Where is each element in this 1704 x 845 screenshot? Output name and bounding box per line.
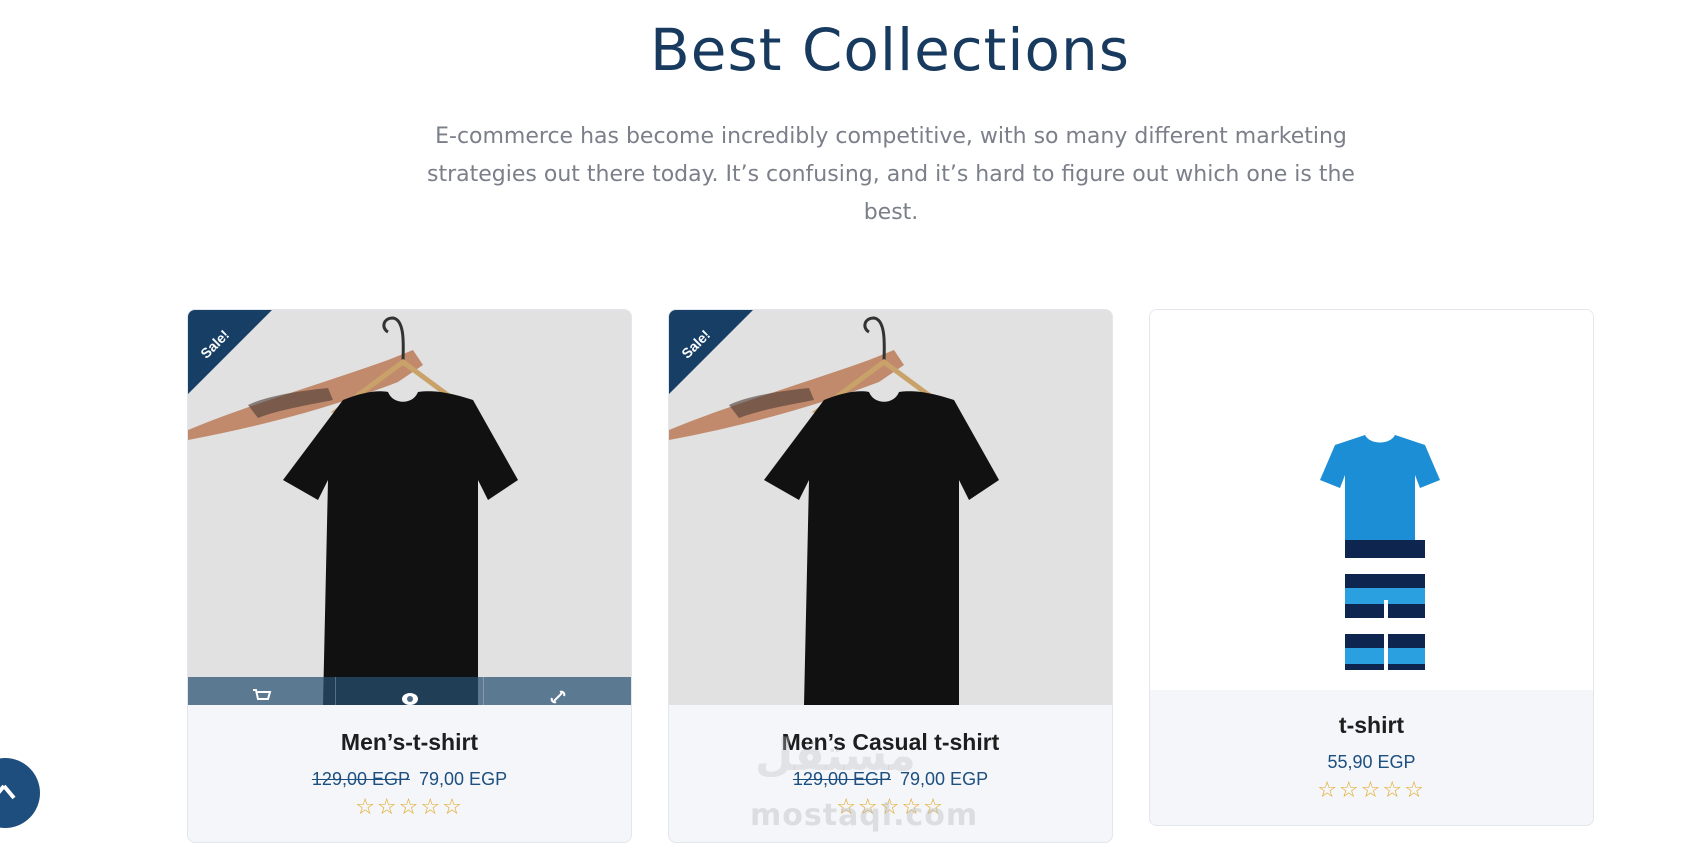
regular-price: 55,90 EGP [1327,752,1416,772]
section-title: Best Collections [650,16,1130,84]
product-image[interactable] [1150,310,1593,690]
product-price: 55,90 EGP [1150,750,1593,774]
watermark-arabic: مستقل [755,730,916,781]
original-price: 129,00 EGP [311,769,410,789]
section-description: E-commerce has become incredibly competi… [427,124,1355,225]
product-card[interactable]: Sale! Men’s-t-shirt 129,00 EGP 79,00 EGP… [187,309,632,843]
scroll-to-top-button[interactable] [0,758,40,828]
link-icon [550,690,565,704]
product-image[interactable]: Sale! [188,310,631,705]
watermark-latin: mostaql.com [750,798,979,833]
star-rating: ☆☆☆☆☆ [188,795,631,842]
rating-stars: ☆☆☆☆☆ [355,795,464,820]
product-link-button[interactable] [484,677,631,705]
cart-icon [252,689,271,700]
add-to-cart-button[interactable] [188,677,336,705]
product-image[interactable]: Sale! [669,310,1112,705]
eye-icon [401,693,418,705]
product-info: t-shirt 55,90 EGP ☆☆☆☆☆ [1150,690,1593,825]
star-rating: ☆☆☆☆☆ [1150,778,1593,825]
chevron-up-icon [0,784,16,800]
product-price: 129,00 EGP 79,00 EGP [188,767,631,791]
sale-price: 79,00 EGP [419,769,508,789]
product-name[interactable]: t-shirt [1150,690,1593,740]
rating-stars: ☆☆☆☆☆ [1317,778,1426,803]
blue-tshirt-shorts-image [1150,310,1593,690]
product-action-bar [188,677,631,705]
quick-view-button[interactable] [336,677,484,705]
product-info: Men’s-t-shirt 129,00 EGP 79,00 EGP ☆☆☆☆☆ [188,705,631,842]
product-card[interactable]: t-shirt 55,90 EGP ☆☆☆☆☆ [1149,309,1594,826]
product-name[interactable]: Men’s-t-shirt [188,705,631,757]
